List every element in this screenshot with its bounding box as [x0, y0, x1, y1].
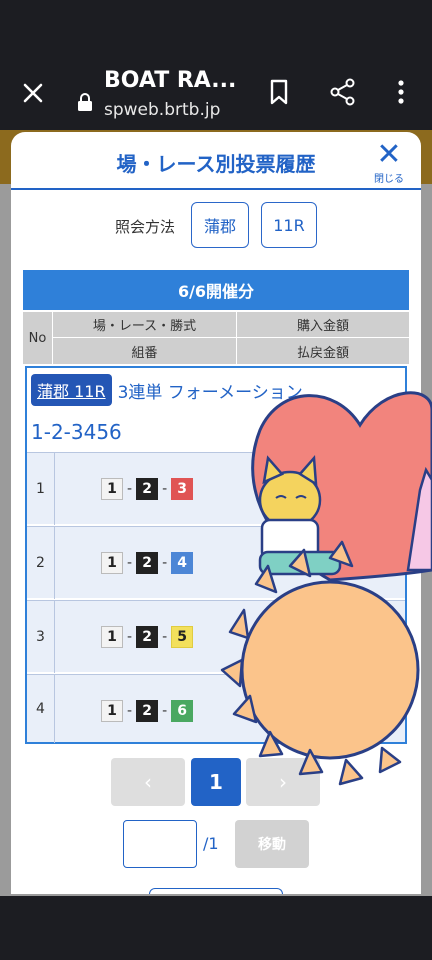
- boat-number: 3: [171, 478, 194, 500]
- url-host: spweb.brtb.jp: [104, 100, 221, 120]
- boat-number: 4: [171, 552, 194, 574]
- cat-heart-sticker: [220, 391, 432, 786]
- boat-number: 2: [136, 626, 159, 648]
- boat-number: 5: [171, 626, 194, 648]
- close-label: 閉じる: [374, 174, 404, 185]
- row-number: 4: [27, 675, 55, 743]
- modal-close-button[interactable]: ✕ 閉じる: [367, 140, 411, 188]
- system-nav-bar: [0, 896, 432, 960]
- col-no: No: [23, 312, 53, 364]
- share-icon[interactable]: [328, 76, 358, 108]
- col-refund: 払戻金額: [296, 345, 349, 361]
- boat-number: 2: [136, 700, 159, 722]
- prev-page-button[interactable]: ‹: [111, 758, 185, 806]
- row-number: 1: [27, 453, 55, 525]
- table-header: No 場・レース・勝式 購入金額 組番 払戻金額: [23, 312, 409, 364]
- move-button[interactable]: 移動: [235, 820, 309, 868]
- boat-number: 2: [136, 478, 159, 500]
- more-menu-icon[interactable]: [386, 76, 416, 108]
- lock-icon: [78, 93, 92, 111]
- boat-number: 1: [101, 478, 123, 500]
- modal-title: 場・レース別投票履歴: [116, 152, 316, 176]
- venue-chip[interactable]: 蒲郡: [191, 202, 249, 248]
- race-chip[interactable]: 11R: [261, 202, 317, 248]
- combination: 1-2-3456: [31, 420, 122, 444]
- boat-number: 6: [171, 700, 194, 722]
- title-divider: [11, 188, 421, 190]
- page-number-input[interactable]: [123, 820, 197, 868]
- row-number: 3: [27, 601, 55, 673]
- page-total: /1: [203, 834, 219, 853]
- boat-number: 1: [101, 626, 123, 648]
- col-purchase: 購入金額: [237, 312, 409, 338]
- col-race: 場・レース・勝式: [53, 312, 237, 338]
- query-method-label: 照会方法: [115, 218, 176, 236]
- close-tab-icon[interactable]: [18, 78, 48, 108]
- col-combo: 組番: [53, 338, 237, 364]
- bottom-button-edge[interactable]: [149, 888, 283, 894]
- boat-number: 2: [136, 552, 159, 574]
- date-header: 6/6開催分: [23, 270, 409, 310]
- browser-toolbar: BOAT RA... spweb.brtb.jp: [0, 56, 432, 130]
- venue-race-link[interactable]: 蒲郡 11R: [31, 374, 112, 406]
- row-number: 2: [27, 527, 55, 599]
- boat-number: 1: [101, 552, 123, 574]
- bookmark-icon[interactable]: [264, 76, 294, 108]
- page-title: BOAT RA...: [104, 68, 237, 93]
- close-icon: ✕: [376, 137, 402, 172]
- boat-number: 1: [101, 700, 123, 722]
